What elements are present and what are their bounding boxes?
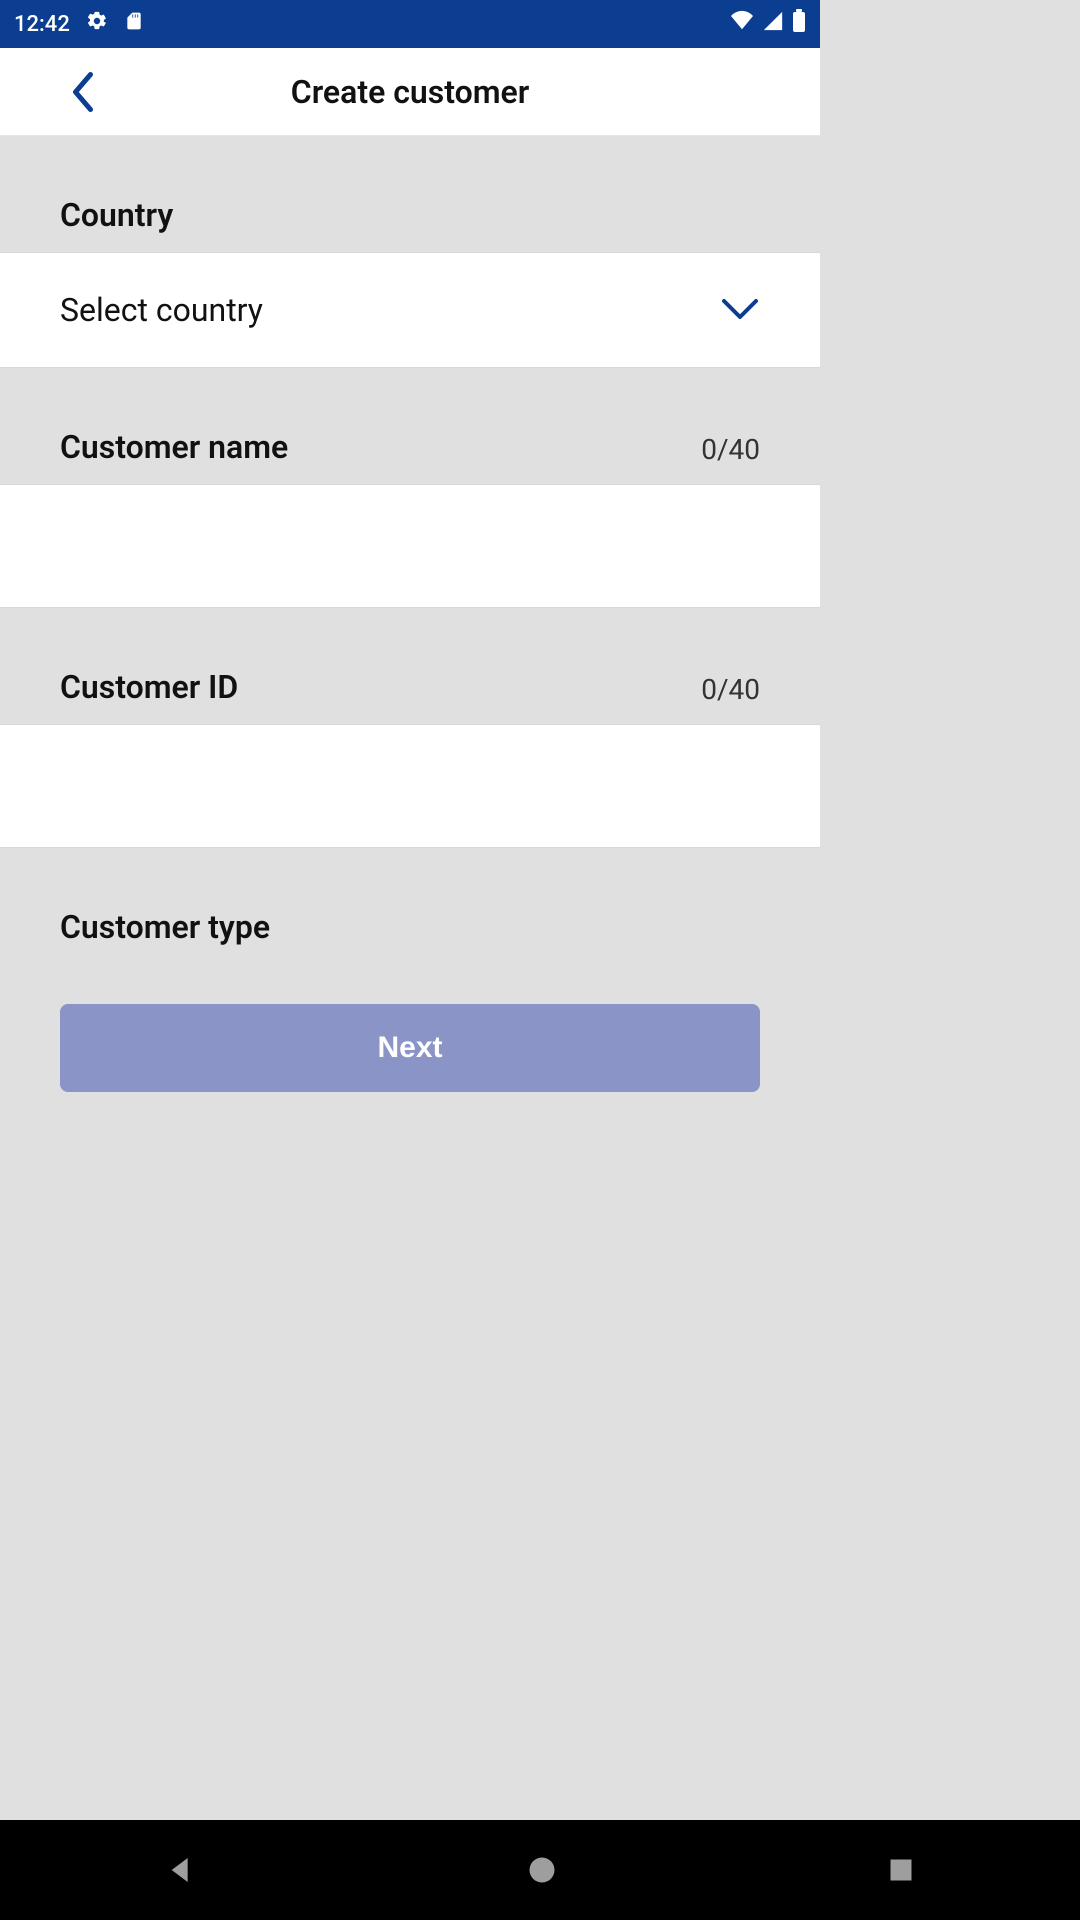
signal-icon (762, 10, 784, 38)
next-button[interactable]: Next (60, 1004, 760, 1092)
country-select[interactable]: Select country (0, 252, 820, 368)
customer-name-input-row (0, 484, 820, 608)
customer-id-input[interactable] (60, 725, 760, 847)
customer-name-counter: 0/40 (701, 433, 760, 466)
next-button-wrap: Next (0, 964, 820, 1092)
gear-icon (86, 10, 108, 38)
wifi-icon (730, 10, 754, 38)
customer-id-counter: 0/40 (701, 673, 760, 706)
customer-name-label: Customer name (60, 428, 288, 466)
sd-card-icon (124, 10, 144, 38)
country-label: Country (60, 196, 173, 234)
customer-id-label-row: Customer ID 0/40 (0, 608, 820, 724)
customer-name-input[interactable] (60, 485, 760, 607)
status-left: 12:42 (14, 10, 144, 38)
country-select-text: Select country (60, 291, 263, 329)
customer-id-label: Customer ID (60, 668, 238, 706)
status-bar: 12:42 (0, 0, 820, 48)
page-title: Create customer (291, 73, 529, 111)
nav-back-icon[interactable] (165, 1854, 197, 1886)
nav-home-icon[interactable] (527, 1855, 557, 1885)
back-button[interactable] (70, 72, 96, 112)
country-label-row: Country (0, 136, 820, 252)
customer-type-label-row: Customer type (0, 848, 820, 964)
customer-id-input-row (0, 724, 820, 848)
nav-recent-icon[interactable] (887, 1856, 915, 1884)
app-header: Create customer (0, 48, 820, 136)
customer-name-label-row: Customer name 0/40 (0, 368, 820, 484)
chevron-down-icon (720, 291, 760, 329)
battery-icon (792, 9, 806, 39)
form-content: Country Select country Customer name 0/4… (0, 136, 820, 1092)
system-navbar (0, 1820, 1080, 1920)
status-right (730, 9, 806, 39)
customer-type-label: Customer type (60, 908, 270, 946)
status-time: 12:42 (14, 12, 70, 37)
